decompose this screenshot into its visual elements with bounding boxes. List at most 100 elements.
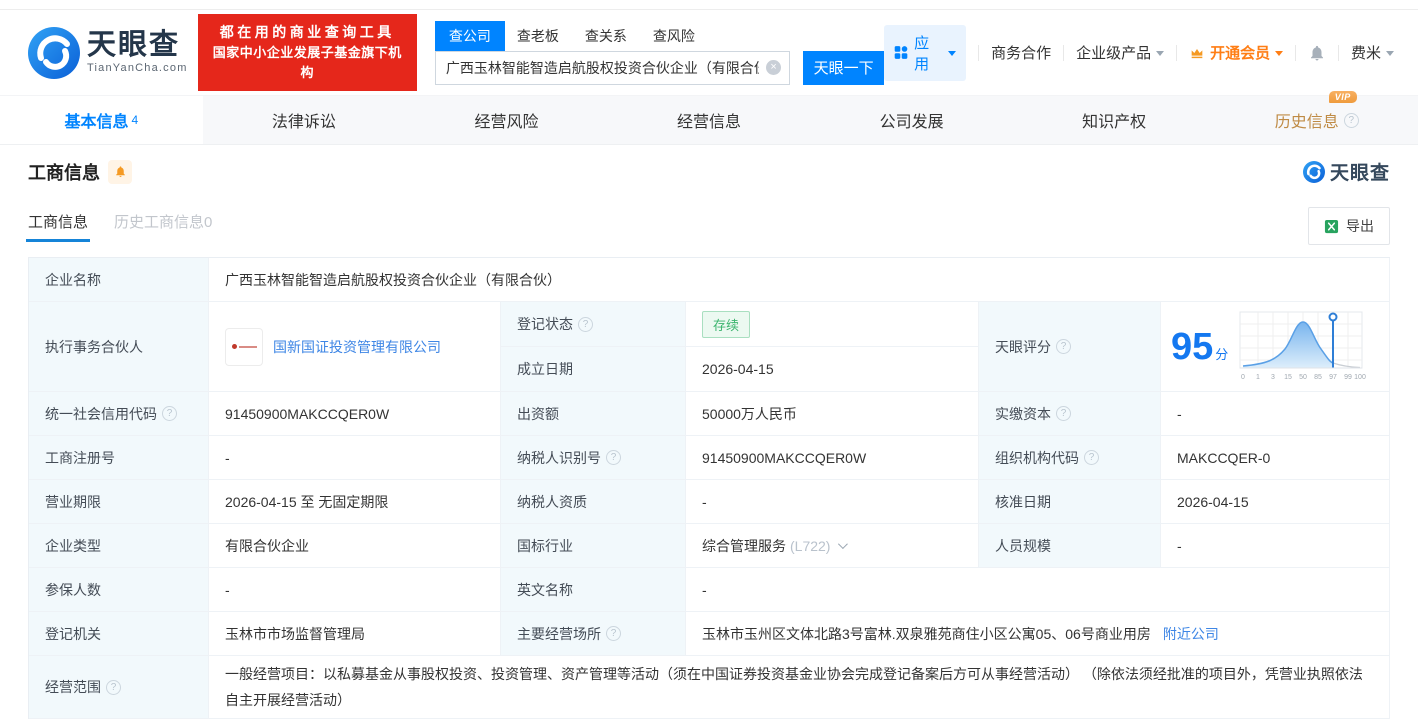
business-scope-label: 经营范围: [29, 656, 209, 719]
svg-text:0: 0: [1241, 374, 1245, 381]
partner-logo-mark: [231, 344, 237, 349]
english-name-label: 英文名称: [501, 568, 686, 612]
svg-text:85: 85: [1314, 374, 1322, 381]
nearby-companies-link[interactable]: 附近公司: [1163, 624, 1219, 644]
industry-label: 国标行业: [501, 524, 686, 568]
tab-intellectual-property[interactable]: 知识产权: [1013, 96, 1216, 144]
tianyancha-logo[interactable]: 天眼查 TianYanCha.com: [28, 26, 188, 79]
executive-partner-value: 国新国证投资管理有限公司: [209, 302, 501, 392]
vip-badge: VIP: [1328, 91, 1357, 103]
apps-label: 应用: [914, 34, 930, 73]
apps-menu[interactable]: 应用: [884, 24, 967, 81]
tab-label: 公司发展: [879, 114, 944, 131]
svg-text:15: 15: [1284, 374, 1292, 381]
chevron-down-icon: [1156, 51, 1165, 56]
crown-icon: [1191, 48, 1203, 58]
tab-company-development[interactable]: 公司发展: [810, 96, 1013, 144]
score-marker-pin: [1328, 312, 1338, 321]
divider: [1295, 44, 1297, 61]
contribution-value: 50000万人民币: [686, 392, 979, 436]
subscribe-bell-button[interactable]: [108, 159, 132, 184]
search-tab-risk[interactable]: 查风险: [653, 21, 695, 51]
nav-member-label: 开通会员: [1210, 45, 1271, 62]
top-divider: [0, 0, 1418, 10]
search-input[interactable]: [435, 51, 790, 84]
nav-cooperation[interactable]: 商务合作: [991, 42, 1051, 63]
bell-icon: [1311, 45, 1324, 60]
credit-code-value: 91450900MAKCCQER0W: [209, 392, 501, 436]
score-number: 95: [1171, 325, 1214, 368]
registration-status-label: 登记状态: [501, 302, 686, 347]
status-badge: 存续: [702, 310, 751, 338]
english-name-value: -: [686, 568, 1390, 612]
username: 费米: [1350, 45, 1381, 62]
business-term-label: 营业期限: [29, 480, 209, 524]
help-icon[interactable]: [606, 450, 621, 465]
main-content: 工商信息 天眼查 工商信息 历史工商信息0 导出 企业名称 广西玉林智能智造启航…: [0, 158, 1418, 719]
business-site-label: 主要经营场所: [501, 612, 686, 656]
nav-open-member[interactable]: 开通会员: [1189, 42, 1284, 63]
search-tab-company[interactable]: 查公司: [434, 20, 505, 51]
approval-date-label: 核准日期: [979, 480, 1161, 524]
subtab-history-business-info[interactable]: 历史工商信息0: [114, 211, 212, 242]
help-icon[interactable]: [1056, 406, 1071, 421]
tab-label: 经营信息: [677, 114, 742, 131]
paid-capital-value: -: [1161, 392, 1390, 436]
nav-enterprise-products[interactable]: 企业级产品: [1076, 42, 1165, 63]
subtab-business-info[interactable]: 工商信息: [25, 211, 91, 242]
search-tab-relation[interactable]: 查关系: [585, 21, 627, 51]
watermark-text: 天眼查: [1329, 163, 1390, 184]
org-code-value: MAKCCQER-0: [1161, 436, 1390, 480]
insured-count-value: -: [209, 568, 501, 612]
partner-company-link[interactable]: 国新国证投资管理有限公司: [273, 337, 441, 357]
insured-count-label: 参保人数: [29, 568, 209, 612]
staff-size-label: 人员规模: [979, 524, 1161, 568]
taxpayer-id-value: 91450900MAKCCQER0W: [686, 436, 979, 480]
help-icon[interactable]: [606, 626, 621, 641]
clear-search-icon[interactable]: [766, 60, 782, 75]
tab-count: 4: [131, 113, 139, 127]
score-unit: 分: [1215, 346, 1229, 362]
company-name-label: 企业名称: [29, 258, 209, 302]
search-tab-boss[interactable]: 查老板: [517, 21, 559, 51]
tab-label: 经营风险: [474, 114, 539, 131]
export-button[interactable]: 导出: [1308, 207, 1390, 245]
chart-x-axis-labels: 0 1 3 15 50 85 97 99 100: [1241, 374, 1366, 381]
notifications-button[interactable]: [1308, 44, 1326, 62]
nav-enterprise-label: 企业级产品: [1076, 45, 1152, 62]
help-icon[interactable]: [578, 316, 593, 332]
promo-banner: 都在用的商业查询工具 国家中小企业发展子基金旗下机构: [197, 13, 417, 92]
chevron-down-icon[interactable]: [838, 539, 849, 550]
partner-logo-text: [238, 345, 257, 348]
score-label: 天眼评分: [979, 302, 1161, 392]
partner-logo: [225, 327, 263, 366]
contribution-label: 出资额: [501, 392, 686, 436]
excel-icon: [1324, 219, 1339, 233]
tab-basic-info[interactable]: 基本信息 4: [0, 96, 203, 144]
paid-capital-label: 实缴资本: [979, 392, 1161, 436]
tianyancha-logo-icon: [28, 26, 80, 79]
help-icon[interactable]: [106, 679, 121, 695]
tab-operation-info[interactable]: 经营信息: [608, 96, 811, 144]
brand-name: 天眼查: [87, 29, 181, 61]
help-icon[interactable]: [1056, 339, 1071, 354]
company-tab-bar: 基本信息 4 法律诉讼 经营风险 经营信息 公司发展 知识产权 历史信息 VIP: [0, 91, 1418, 145]
tab-operation-risk[interactable]: 经营风险: [405, 96, 608, 144]
user-menu[interactable]: 费米: [1351, 42, 1394, 63]
svg-text:50: 50: [1299, 374, 1307, 381]
company-type-value: 有限合伙企业: [209, 524, 501, 568]
svg-text:3: 3: [1271, 374, 1275, 381]
industry-code: (L722): [790, 537, 831, 554]
section-title: 工商信息: [28, 162, 100, 183]
tab-label: 历史信息: [1274, 114, 1339, 131]
help-icon[interactable]: [1084, 450, 1099, 465]
tab-legal-litigation[interactable]: 法律诉讼: [203, 96, 406, 144]
help-icon[interactable]: [162, 406, 177, 421]
export-label: 导出: [1346, 218, 1374, 234]
chevron-down-icon: [1386, 51, 1394, 56]
business-term-value: 2026-04-15 至 无固定期限: [209, 480, 501, 524]
score-distribution-chart: 0 1 3 15 50 85 97 99 100: [1239, 311, 1366, 381]
tab-history-info[interactable]: 历史信息 VIP: [1215, 91, 1418, 144]
help-icon[interactable]: [1343, 112, 1359, 128]
search-button[interactable]: 天眼一下: [803, 50, 885, 85]
